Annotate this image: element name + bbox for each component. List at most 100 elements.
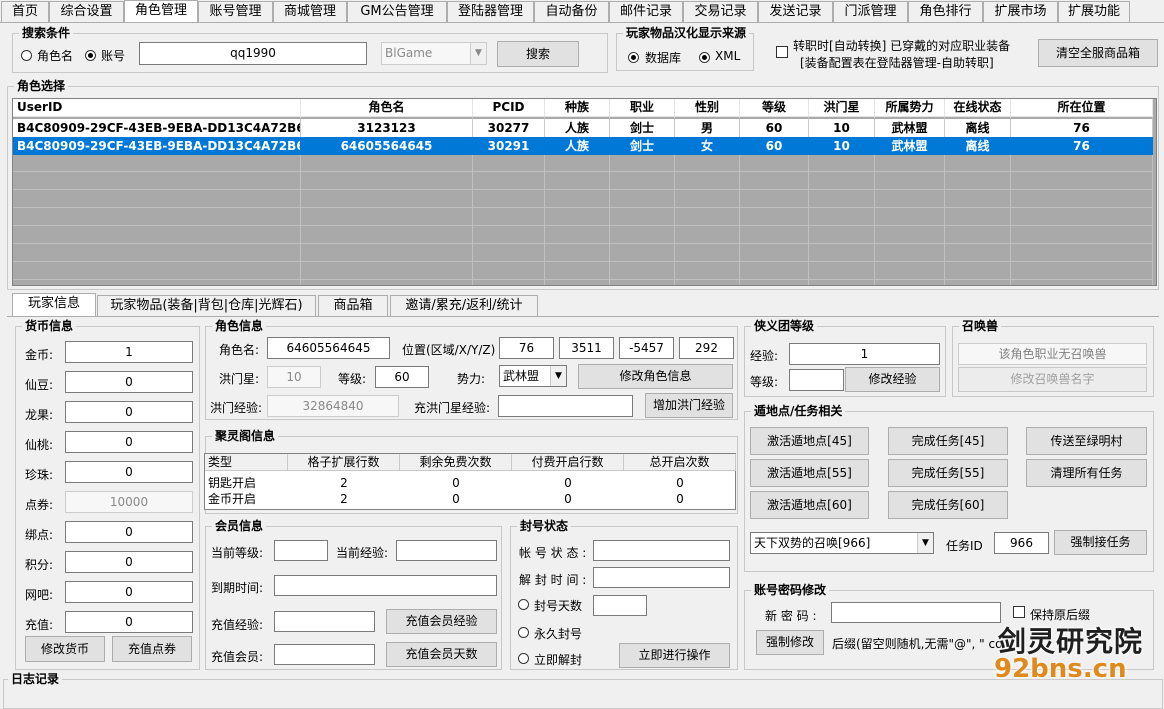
radio-role-name[interactable] bbox=[21, 50, 32, 61]
radio-unban-now[interactable] bbox=[518, 653, 529, 664]
position-z-input[interactable]: 292 bbox=[679, 337, 734, 359]
tab-14[interactable]: 扩展功能 bbox=[1058, 1, 1130, 22]
column-header-9[interactable]: 在线状态 bbox=[945, 99, 1011, 117]
currency-input[interactable]: 0 bbox=[65, 371, 193, 393]
force-select[interactable]: 武林盟 ▼ bbox=[499, 365, 567, 387]
member-level-input[interactable] bbox=[274, 540, 328, 561]
rename-summon-button[interactable]: 修改召唤兽名字 bbox=[958, 367, 1147, 392]
subtab-0[interactable]: 玩家信息 bbox=[12, 293, 96, 316]
currency-input[interactable]: 0 bbox=[65, 461, 193, 483]
guild-exp-input[interactable]: 1 bbox=[789, 343, 940, 365]
modify-guild-exp-button[interactable]: 修改经验 bbox=[845, 367, 940, 392]
quest-button[interactable]: 传送至绿明村 bbox=[1026, 427, 1147, 455]
role-name-input[interactable]: 64605564645 bbox=[267, 337, 390, 359]
subtab-3[interactable]: 邀请/累充/返利/统计 bbox=[390, 295, 538, 316]
quest-button[interactable]: 激活遁地点[60] bbox=[750, 491, 869, 519]
add-hongmen-exp-button[interactable]: 增加洪门经验 bbox=[645, 393, 733, 418]
quest-button[interactable]: 清理所有任务 bbox=[1026, 459, 1147, 487]
position-x-input[interactable]: 3511 bbox=[559, 337, 614, 359]
modify-role-info-button[interactable]: 修改角色信息 bbox=[578, 364, 733, 389]
radio-xml[interactable] bbox=[699, 52, 710, 63]
execute-ban-button[interactable]: 立即进行操作 bbox=[619, 643, 730, 668]
charge-member-days-button[interactable]: 充值会员天数 bbox=[386, 642, 497, 667]
position-y-input[interactable]: -5457 bbox=[619, 337, 674, 359]
clear-mall-box-button[interactable]: 清空全服商品箱 bbox=[1038, 39, 1158, 67]
modify-currency-button[interactable]: 修改货币 bbox=[25, 636, 105, 662]
radio-ban-forever[interactable] bbox=[518, 627, 529, 638]
new-password-input[interactable] bbox=[831, 602, 1001, 623]
charge-exp-input[interactable] bbox=[498, 395, 633, 417]
currency-input[interactable]: 0 bbox=[65, 581, 193, 603]
quest-select[interactable]: 天下双势的召唤[966] ▼ bbox=[750, 532, 934, 554]
account-status-input[interactable] bbox=[593, 540, 730, 561]
column-header-10[interactable]: 所在位置 bbox=[1011, 99, 1153, 117]
column-header-0[interactable]: UserID bbox=[13, 99, 301, 117]
radio-database[interactable] bbox=[628, 52, 639, 63]
tab-1[interactable]: 综合设置 bbox=[49, 1, 124, 22]
radio-account[interactable] bbox=[85, 50, 96, 61]
quest-button[interactable]: 激活遁地点[55] bbox=[750, 459, 869, 487]
tab-4[interactable]: 商城管理 bbox=[273, 1, 347, 22]
radio-ban-days[interactable] bbox=[518, 599, 529, 610]
tab-3[interactable]: 账号管理 bbox=[198, 1, 273, 22]
tab-13[interactable]: 扩展市场 bbox=[983, 1, 1058, 22]
currency-input[interactable]: 0 bbox=[65, 611, 193, 633]
column-header-5[interactable]: 性别 bbox=[675, 99, 740, 117]
tab-5[interactable]: GM公告管理 bbox=[347, 1, 447, 22]
force-accept-quest-button[interactable]: 强制接任务 bbox=[1054, 530, 1147, 555]
quest-button[interactable]: 完成任务[55] bbox=[888, 459, 1008, 487]
tab-0[interactable]: 首页 bbox=[1, 1, 49, 22]
charge-member-exp-input[interactable] bbox=[274, 611, 375, 632]
hongmen-exp-input[interactable]: 32864840 bbox=[267, 395, 399, 417]
unban-time-input[interactable] bbox=[593, 567, 730, 588]
role-list[interactable]: UserID 角色名 PCID 种族 职业 性别 等级 洪门星 所属势力 在线状态 所在位置 B4C8… bbox=[12, 98, 1157, 286]
quest-button[interactable]: 完成任务[45] bbox=[888, 427, 1008, 455]
role-row[interactable]: B4C80909-29CF-43EB-9EBA-DD13C4A72B66 6460… bbox=[13, 137, 1153, 155]
currency-input[interactable]: 0 bbox=[65, 401, 193, 423]
subtab-1[interactable]: 玩家物品(装备|背包|仓库|光辉石) bbox=[97, 295, 316, 316]
star-input[interactable]: 10 bbox=[267, 366, 321, 388]
db-select[interactable]: BlGame ▼ bbox=[381, 42, 487, 65]
tab-6[interactable]: 登陆器管理 bbox=[447, 1, 534, 22]
column-header-8[interactable]: 所属势力 bbox=[875, 99, 945, 117]
subtab-2[interactable]: 商品箱 bbox=[318, 295, 388, 316]
currency-input[interactable]: 0 bbox=[65, 431, 193, 453]
role-row[interactable]: B4C80909-29CF-43EB-9EBA-DD13C4A72B66 3123… bbox=[13, 119, 1153, 137]
guild-level-input[interactable] bbox=[789, 369, 844, 391]
level-input[interactable]: 60 bbox=[375, 366, 429, 388]
tab-7[interactable]: 自动备份 bbox=[534, 1, 609, 22]
tab-9[interactable]: 交易记录 bbox=[683, 1, 758, 22]
column-header-2[interactable]: PCID bbox=[473, 99, 545, 117]
search-button[interactable]: 搜索 bbox=[497, 41, 579, 67]
tab-8[interactable]: 邮件记录 bbox=[609, 1, 683, 22]
tab-10[interactable]: 发送记录 bbox=[758, 1, 833, 22]
member-exp-input[interactable] bbox=[396, 540, 497, 561]
charge-member-input[interactable] bbox=[274, 644, 375, 665]
summon-name-input[interactable]: 该角色职业无召唤兽 bbox=[958, 343, 1147, 365]
quest-button[interactable]: 激活遁地点[45] bbox=[750, 427, 869, 455]
auto-transfer-checkbox[interactable] bbox=[776, 46, 788, 58]
recharge-points-button[interactable]: 充值点券 bbox=[112, 636, 192, 662]
column-header-7[interactable]: 洪门星 bbox=[809, 99, 875, 117]
expire-input[interactable] bbox=[274, 575, 497, 596]
grid-hline bbox=[13, 189, 1153, 190]
tab-2[interactable]: 角色管理 bbox=[124, 0, 198, 22]
column-header-1[interactable]: 角色名 bbox=[301, 99, 473, 117]
tab-11[interactable]: 门派管理 bbox=[833, 1, 908, 22]
quest-button[interactable]: 完成任务[60] bbox=[888, 491, 1008, 519]
column-header-4[interactable]: 职业 bbox=[610, 99, 675, 117]
ban-days-input[interactable] bbox=[593, 595, 647, 616]
position-zone-input[interactable]: 76 bbox=[499, 337, 554, 359]
search-input[interactable]: qq1990 bbox=[139, 42, 367, 65]
force-change-password-button[interactable]: 强制修改 bbox=[756, 630, 824, 655]
column-header-3[interactable]: 种族 bbox=[545, 99, 610, 117]
currency-input[interactable]: 0 bbox=[65, 551, 193, 573]
currency-input[interactable]: 1 bbox=[65, 341, 193, 363]
currency-input[interactable]: 0 bbox=[65, 521, 193, 543]
column-header-6[interactable]: 等级 bbox=[740, 99, 809, 117]
quest-id-input[interactable]: 966 bbox=[994, 532, 1049, 554]
currency-legend: 货币信息 bbox=[22, 319, 77, 333]
charge-member-exp-button[interactable]: 充值会员经验 bbox=[386, 609, 497, 634]
currency-input[interactable]: 10000 bbox=[65, 491, 193, 513]
tab-12[interactable]: 角色排行 bbox=[908, 1, 983, 22]
